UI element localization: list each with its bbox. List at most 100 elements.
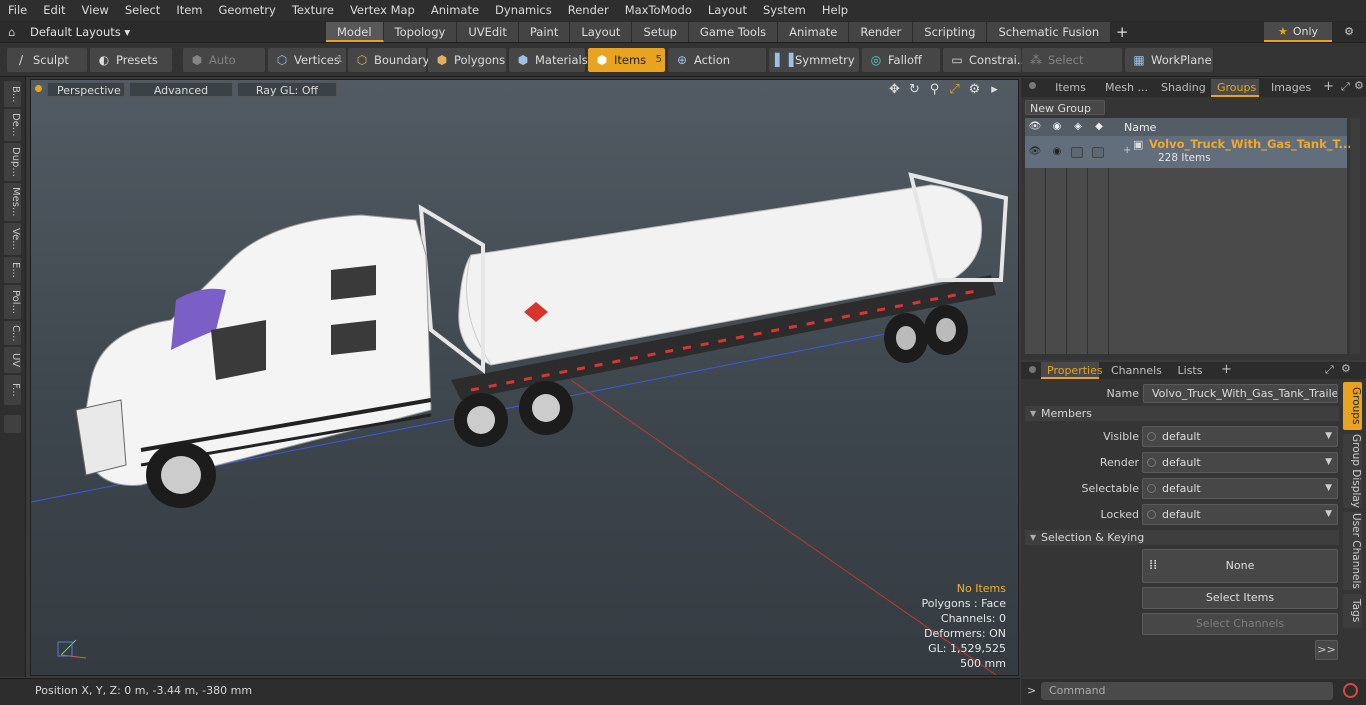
tab-topology[interactable]: Topology — [383, 22, 458, 42]
select-lock-icon[interactable]: ◈ — [1071, 120, 1085, 134]
pan-icon[interactable]: ✥ — [887, 82, 902, 97]
tab-scripting[interactable]: Scripting — [913, 22, 988, 42]
tab-uvedit[interactable]: UVEdit — [457, 22, 519, 42]
menu-vertex-map[interactable]: Vertex Map — [342, 0, 423, 21]
group-name-field[interactable]: Volvo_Truck_With_Gas_Tank_Trailer (: — [1143, 384, 1338, 403]
tab-groups[interactable]: Groups — [1211, 79, 1259, 97]
add-tab-icon[interactable]: + — [1111, 22, 1133, 42]
tab-model[interactable]: Model — [326, 22, 384, 42]
projection-dropdown[interactable]: Perspective — [47, 82, 125, 97]
tab-schematic-fusion[interactable]: Schematic Fusion — [987, 22, 1112, 42]
visibility-eye-icon[interactable]: 👁 — [1028, 120, 1042, 134]
tab-items[interactable]: Items — [1043, 79, 1098, 97]
menu-item[interactable]: Item — [168, 0, 210, 21]
row-select-checkbox[interactable] — [1071, 147, 1083, 158]
select-through-button[interactable]: ⁂Select Through — [1022, 48, 1122, 91]
menu-edit[interactable]: Edit — [35, 0, 73, 21]
row-lock-checkbox[interactable] — [1092, 147, 1104, 158]
row-eye-icon[interactable]: 👁 — [1028, 145, 1042, 159]
menu-help[interactable]: Help — [814, 0, 856, 21]
tab-mesh[interactable]: Mesh ... — [1099, 79, 1154, 97]
menu-system[interactable]: System — [755, 0, 814, 21]
tab-layout[interactable]: Layout — [570, 22, 633, 42]
raygl-dropdown[interactable]: Ray GL: Off — [237, 82, 337, 97]
add-panel-tab-icon[interactable]: + — [1323, 79, 1334, 94]
groups-scrollbar[interactable] — [1350, 118, 1360, 354]
constraints-button[interactable]: ▭ Constrai... — [943, 48, 1028, 72]
menu-view[interactable]: View — [74, 0, 117, 21]
side-tab-user-channels[interactable]: User Channels — [1343, 512, 1362, 590]
add-properties-tab-icon[interactable]: + — [1221, 362, 1232, 377]
tab-animate[interactable]: Animate — [778, 22, 850, 42]
tab-images[interactable]: Images — [1265, 79, 1317, 97]
3d-viewport[interactable]: Perspective Advanced Ray GL: Off ✥ ↻ ⚲ ⤢… — [30, 79, 1019, 676]
left-tab-curve[interactable]: C... — [4, 321, 21, 345]
left-tab-vertex[interactable]: Ve... — [4, 223, 21, 255]
left-tab-edge[interactable]: E... — [4, 257, 21, 283]
visible-dropdown[interactable]: default ▼ — [1142, 426, 1338, 447]
expand-arrow-icon[interactable]: ▸ — [987, 82, 1002, 97]
viewport-menu-dot[interactable] — [35, 85, 42, 92]
tab-paint[interactable]: Paint — [518, 22, 571, 42]
gear-icon[interactable]: ⚙ — [1338, 22, 1360, 42]
left-tab-uv[interactable]: UV — [4, 347, 21, 373]
panel-expand-icon[interactable]: ⤢ — [1341, 80, 1350, 94]
materials-button[interactable]: ⬢ Materials — [509, 48, 588, 72]
vertices-button[interactable]: ⬡ Vertices 1 — [268, 48, 346, 72]
new-group-button[interactable]: New Group — [1025, 100, 1105, 115]
row-render-icon[interactable]: ◉ — [1050, 145, 1064, 159]
lock-icon[interactable]: ◆ — [1092, 120, 1106, 134]
menu-layout[interactable]: Layout — [700, 0, 755, 21]
menu-geometry[interactable]: Geometry — [211, 0, 284, 21]
action-center-button[interactable]: ⊕Action Center — [668, 48, 766, 91]
menu-maxtomodo[interactable]: MaxToModo — [617, 0, 700, 21]
left-tab-duplicate[interactable]: Dup... — [4, 143, 21, 181]
menu-dynamics[interactable]: Dynamics — [487, 0, 560, 21]
tab-lists[interactable]: Lists — [1167, 362, 1213, 379]
menu-file[interactable]: File — [0, 0, 35, 21]
more-button[interactable]: >> — [1315, 640, 1338, 660]
viewport-gear-icon[interactable]: ⚙ — [967, 82, 982, 97]
menu-render[interactable]: Render — [560, 0, 617, 21]
locked-dropdown[interactable]: default ▼ — [1142, 504, 1338, 525]
members-section[interactable]: ▼ Members — [1025, 406, 1339, 421]
selectable-dropdown[interactable]: default ▼ — [1142, 478, 1338, 499]
presets-button[interactable]: ◐ Presets — [90, 48, 172, 72]
selection-keying-section[interactable]: ▼ Selection & Keying — [1025, 530, 1339, 545]
tab-game-tools[interactable]: Game Tools — [688, 22, 779, 42]
items-button[interactable]: ⬢ Items 5 — [588, 48, 665, 72]
panel-gear-icon[interactable]: ⚙ — [1354, 79, 1364, 92]
left-tab-mesh[interactable]: Mes... — [4, 183, 21, 221]
left-tab-polygon[interactable]: Pol... — [4, 285, 21, 319]
zoom-icon[interactable]: ⚲ — [927, 82, 942, 97]
polygons-button[interactable]: ⬢ Polygons — [428, 48, 506, 72]
auto-select-button[interactable]: ⬢Auto Select — [183, 48, 265, 91]
record-macro-icon[interactable] — [1343, 683, 1358, 698]
render-dropdown[interactable]: default ▼ — [1142, 452, 1338, 473]
workplane-button[interactable]: ▦ WorkPlane — [1125, 48, 1213, 72]
tab-setup[interactable]: Setup — [632, 22, 689, 42]
left-tab-basic[interactable]: B... — [4, 81, 21, 107]
side-tab-tags[interactable]: Tags — [1343, 594, 1362, 628]
panel-menu-dot[interactable] — [1029, 82, 1036, 89]
default-layouts-dropdown[interactable]: ⌂ Default Layouts ▾ — [8, 23, 130, 41]
left-tab-extra[interactable] — [4, 415, 21, 433]
shading-dropdown[interactable]: Advanced — [129, 82, 233, 97]
tab-render[interactable]: Render — [849, 22, 914, 42]
properties-menu-dot[interactable] — [1029, 366, 1036, 373]
expand-plus-icon[interactable]: + — [1123, 145, 1131, 156]
side-tab-groups[interactable]: Groups — [1343, 382, 1362, 430]
keying-none-button[interactable]: ⁞⁞ None — [1142, 549, 1338, 583]
rotate-icon[interactable]: ↻ — [907, 82, 922, 97]
tab-shading[interactable]: Shading — [1155, 79, 1210, 97]
menu-select[interactable]: Select — [117, 0, 168, 21]
fit-icon[interactable]: ⤢ — [947, 82, 962, 97]
boundary-button[interactable]: ⬡ Boundary — [348, 48, 429, 72]
left-tab-fusion[interactable]: F... — [4, 375, 21, 405]
sculpt-button[interactable]: ∕ Sculpt — [7, 48, 87, 72]
properties-gear-icon[interactable]: ⚙ — [1341, 362, 1351, 375]
menu-animate[interactable]: Animate — [423, 0, 487, 21]
command-input[interactable]: Command — [1041, 682, 1333, 700]
properties-expand-icon[interactable]: ⤢ — [1325, 363, 1334, 377]
select-items-button[interactable]: Select Items — [1142, 587, 1338, 609]
